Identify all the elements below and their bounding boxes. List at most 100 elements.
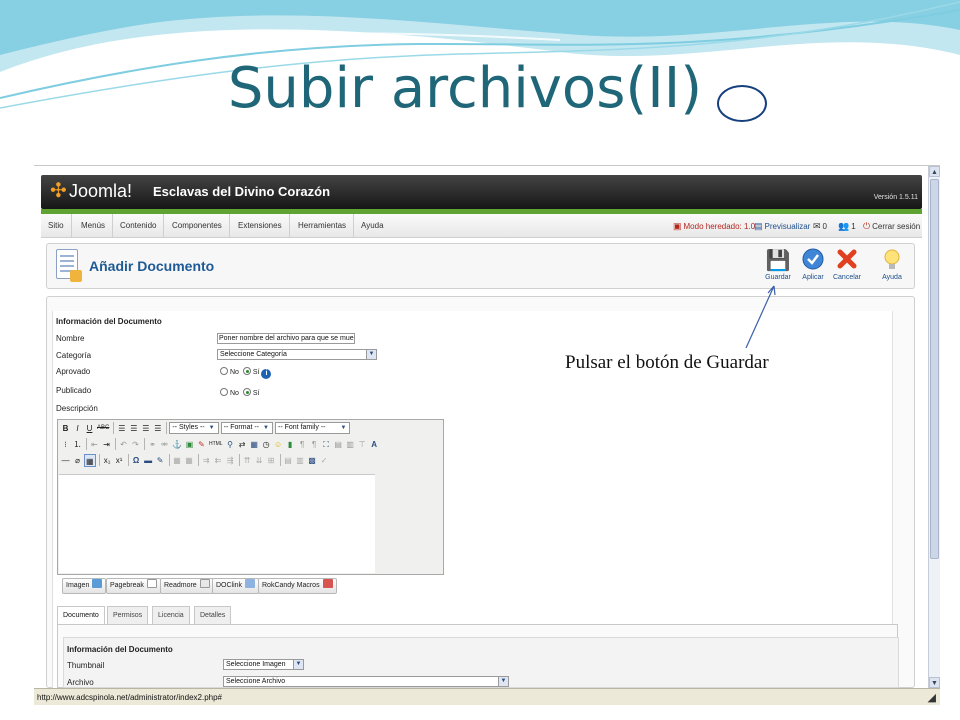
readmore-button[interactable]: Readmore — [160, 578, 214, 594]
users-online-count[interactable]: 👥 1 — [838, 214, 856, 238]
rtl-icon[interactable]: ¶ — [309, 438, 320, 451]
cell-props-icon[interactable]: ▥ — [295, 454, 306, 467]
remove-format-icon[interactable]: ⌀ — [72, 454, 83, 467]
bold-button[interactable]: B — [60, 422, 71, 435]
menu-item-menus[interactable]: Menús — [74, 214, 114, 238]
styles-select[interactable]: -- Styles -- ▼ — [169, 422, 219, 434]
editor-toolbar-row-3: — ⌀ ▦ x₁ x¹ Ω ▬ ✎ ▦ ▦ ⇉ ⇇ ⇶ ⇈ ⇊ ⊞ ▤ ▥ ▩ ✓ — [60, 454, 331, 469]
tab-permisos[interactable]: Permisos — [107, 606, 149, 624]
col-insert-icon[interactable]: ⇈ — [242, 454, 253, 467]
vertical-scrollbar[interactable]: ▲ ▼ — [928, 166, 940, 688]
paste-text-icon[interactable]: ▥ — [345, 438, 356, 451]
table-icon[interactable]: ▦ — [172, 454, 183, 467]
messages-count[interactable]: ✉ 0 — [813, 214, 827, 238]
insert-date-icon[interactable]: ▦ — [249, 438, 260, 451]
table-props-icon[interactable]: ▦ — [184, 454, 195, 467]
ltr-icon[interactable]: ¶ — [297, 438, 308, 451]
image-insert-button[interactable]: Imagen — [62, 578, 107, 594]
unlink-icon[interactable]: ⚮ — [159, 438, 170, 451]
paste-icon[interactable]: ▤ — [333, 438, 344, 451]
link-icon[interactable]: ⚭ — [147, 438, 158, 451]
menu-item-componentes[interactable]: Componentes — [165, 214, 230, 238]
tab-detalles[interactable]: Detalles — [194, 606, 232, 624]
menu-item-extensiones[interactable]: Extensiones — [231, 214, 290, 238]
cancel-button[interactable]: Cancelar — [830, 248, 864, 286]
undo-icon[interactable]: ↶ — [118, 438, 129, 451]
tab-documento[interactable]: Documento — [57, 606, 105, 625]
cancel-x-icon — [830, 248, 864, 274]
logout-link[interactable]: ⏻ Cerrar sesión — [863, 214, 920, 238]
published-yes-radio[interactable] — [242, 388, 251, 396]
redo-icon[interactable]: ↷ — [130, 438, 141, 451]
pagebreak-button[interactable]: Pagebreak — [106, 578, 161, 594]
visual-aid-icon[interactable]: ▦ — [84, 454, 96, 467]
outdent-icon[interactable]: ⇤ — [89, 438, 100, 451]
rokcandy-macros-button[interactable]: RokCandy Macros — [258, 578, 337, 594]
replace-icon[interactable]: ⇄ — [237, 438, 248, 451]
align-left-icon[interactable]: ☰ — [116, 422, 127, 435]
approved-no-radio[interactable] — [220, 367, 228, 375]
subscript-button[interactable]: x₁ — [102, 454, 113, 467]
image-icon[interactable]: ▣ — [184, 438, 195, 451]
category-select[interactable]: Seleccione Categoría ▼ — [217, 349, 377, 360]
preview-link[interactable]: ▤ Previsualizar — [754, 214, 810, 238]
tab-licencia[interactable]: Licencia — [152, 606, 190, 624]
align-center-icon[interactable]: ☰ — [128, 422, 139, 435]
bullet-list-icon[interactable]: ⁝ — [60, 438, 71, 451]
menu-item-herramientas[interactable]: Herramientas — [291, 214, 355, 238]
name-input[interactable]: Poner nombre del archivo para que se mue… — [217, 333, 355, 344]
horizontal-rule-icon[interactable]: — — [60, 454, 71, 467]
paste-word-icon[interactable]: ⊤ — [357, 438, 368, 451]
emoticon-icon[interactable]: ☺ — [273, 438, 284, 451]
strikethrough-button[interactable]: ABC — [96, 422, 110, 435]
superscript-button[interactable]: x¹ — [114, 454, 125, 467]
underline-button[interactable]: U — [84, 422, 95, 435]
font-color-icon[interactable]: A — [369, 438, 380, 451]
align-justify-icon[interactable]: ☰ — [152, 422, 163, 435]
doclink-button[interactable]: DOClink — [212, 578, 260, 594]
special-char-icon[interactable]: Ω — [131, 454, 142, 467]
html-source-button[interactable]: HTML — [208, 438, 224, 451]
format-select[interactable]: -- Format -- ▼ — [220, 422, 274, 434]
numbered-list-icon[interactable]: ⒈ — [72, 438, 83, 451]
fullscreen-icon[interactable]: ⛶ — [321, 438, 332, 451]
floppy-disk-icon: 💾 — [765, 250, 791, 272]
row-delete-icon[interactable]: ⇇ — [213, 454, 224, 467]
find-icon[interactable]: ⚲ — [225, 438, 236, 451]
published-no-radio[interactable] — [220, 388, 228, 396]
row-insert-icon[interactable]: ⇉ — [201, 454, 212, 467]
thumbnail-select[interactable]: Seleccione Imagen ▼ — [223, 659, 304, 670]
apply-button[interactable]: Aplicar — [796, 248, 830, 286]
cleanup-icon[interactable]: ✎ — [196, 438, 207, 451]
insert-layer-icon[interactable]: ▬ — [143, 454, 154, 467]
font-family-select[interactable]: -- Font family -- ▼ — [275, 422, 351, 434]
help-button[interactable]: Ayuda — [875, 248, 909, 286]
col-delete-icon[interactable]: ⇊ — [254, 454, 265, 467]
align-right-icon[interactable]: ☰ — [140, 422, 151, 435]
status-progress-icon: ◢ — [927, 692, 936, 704]
menu-item-contenido[interactable]: Contenido — [113, 214, 165, 238]
insert-time-icon[interactable]: ◷ — [261, 438, 272, 451]
menu-item-sitio[interactable]: Sitio — [41, 214, 72, 238]
merge-cells-icon[interactable]: ⊞ — [266, 454, 277, 467]
spellcheck-icon[interactable]: ✓ — [319, 454, 330, 467]
split-cells-icon[interactable]: ▤ — [283, 454, 294, 467]
users-icon: 👥 — [838, 221, 850, 231]
triangle-down-icon[interactable]: ▼ — [929, 677, 940, 688]
menu-item-ayuda[interactable]: Ayuda — [354, 214, 391, 238]
editor-text-area[interactable] — [59, 474, 375, 573]
triangle-up-icon[interactable]: ▲ — [929, 166, 940, 177]
indent-icon[interactable]: ⇥ — [101, 438, 112, 451]
row-props-icon[interactable]: ⇶ — [225, 454, 236, 467]
anchor-icon[interactable]: ⚓ — [171, 438, 183, 451]
scrollbar-thumb[interactable] — [930, 179, 939, 559]
details-section-title: Información del Documento — [67, 645, 173, 654]
media-icon[interactable]: ▮ — [285, 438, 296, 451]
approved-yes-radio[interactable] — [242, 367, 251, 375]
file-select[interactable]: Seleccione Archivo ▼ — [223, 676, 509, 687]
italic-button[interactable]: I — [72, 422, 83, 435]
editor-toolbar-row-2: ⁝ ⒈ ⇤ ⇥ ↶ ↷ ⚭ ⚮ ⚓ ▣ ✎ HTML ⚲ ⇄ ▦ ◷ ☺ ▮ ¶ ¶ ⛶ ▤ ▥ ⊤ A — [60, 438, 381, 453]
edit-css-icon[interactable]: ✎ — [155, 454, 166, 467]
info-icon[interactable]: i — [261, 369, 272, 379]
template-icon[interactable]: ▩ — [307, 454, 318, 467]
